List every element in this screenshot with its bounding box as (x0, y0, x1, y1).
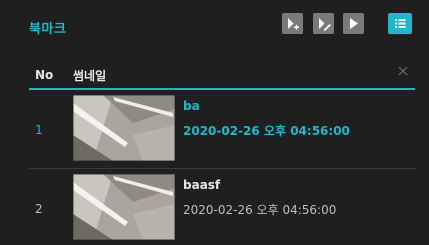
bookmark-add-icon (288, 18, 299, 30)
row-number: 1 (35, 123, 43, 137)
play-icon (350, 18, 358, 29)
edit-bookmark-button[interactable] (313, 13, 334, 34)
list-view-button[interactable] (388, 13, 412, 34)
bookmark-name: ba (183, 99, 200, 113)
bookmark-edit-icon (319, 18, 331, 31)
bookmark-date: 2020-02-26 오후 04:56:00 (183, 124, 350, 138)
panel-title: 북마크 (29, 22, 67, 37)
bookmark-thumbnail (73, 174, 175, 240)
table-row[interactable]: 1 ba 2020-02-26 오후 04:56:00 (29, 91, 415, 169)
bookmark-name: baasf (183, 178, 221, 192)
table-row[interactable]: 2 baasf 2020-02-26 오후 04:56:00 (29, 170, 415, 245)
add-bookmark-button[interactable] (282, 13, 303, 34)
close-icon[interactable] (397, 65, 409, 77)
panel-header: 북마크 (0, 0, 429, 56)
bookmark-panel: 북마크 No 썸네일 1 ba 2020-02-26 오후 04:56:00 2… (0, 0, 429, 245)
list-icon (395, 19, 406, 28)
row-number: 2 (35, 202, 43, 216)
table-header: No 썸네일 (29, 60, 415, 90)
column-header-no: No (35, 68, 54, 82)
play-bookmark-button[interactable] (343, 13, 364, 34)
bookmark-date: 2020-02-26 오후 04:56:00 (183, 203, 337, 217)
bookmark-thumbnail (73, 95, 175, 161)
column-header-thumbnail: 썸네일 (73, 69, 107, 83)
